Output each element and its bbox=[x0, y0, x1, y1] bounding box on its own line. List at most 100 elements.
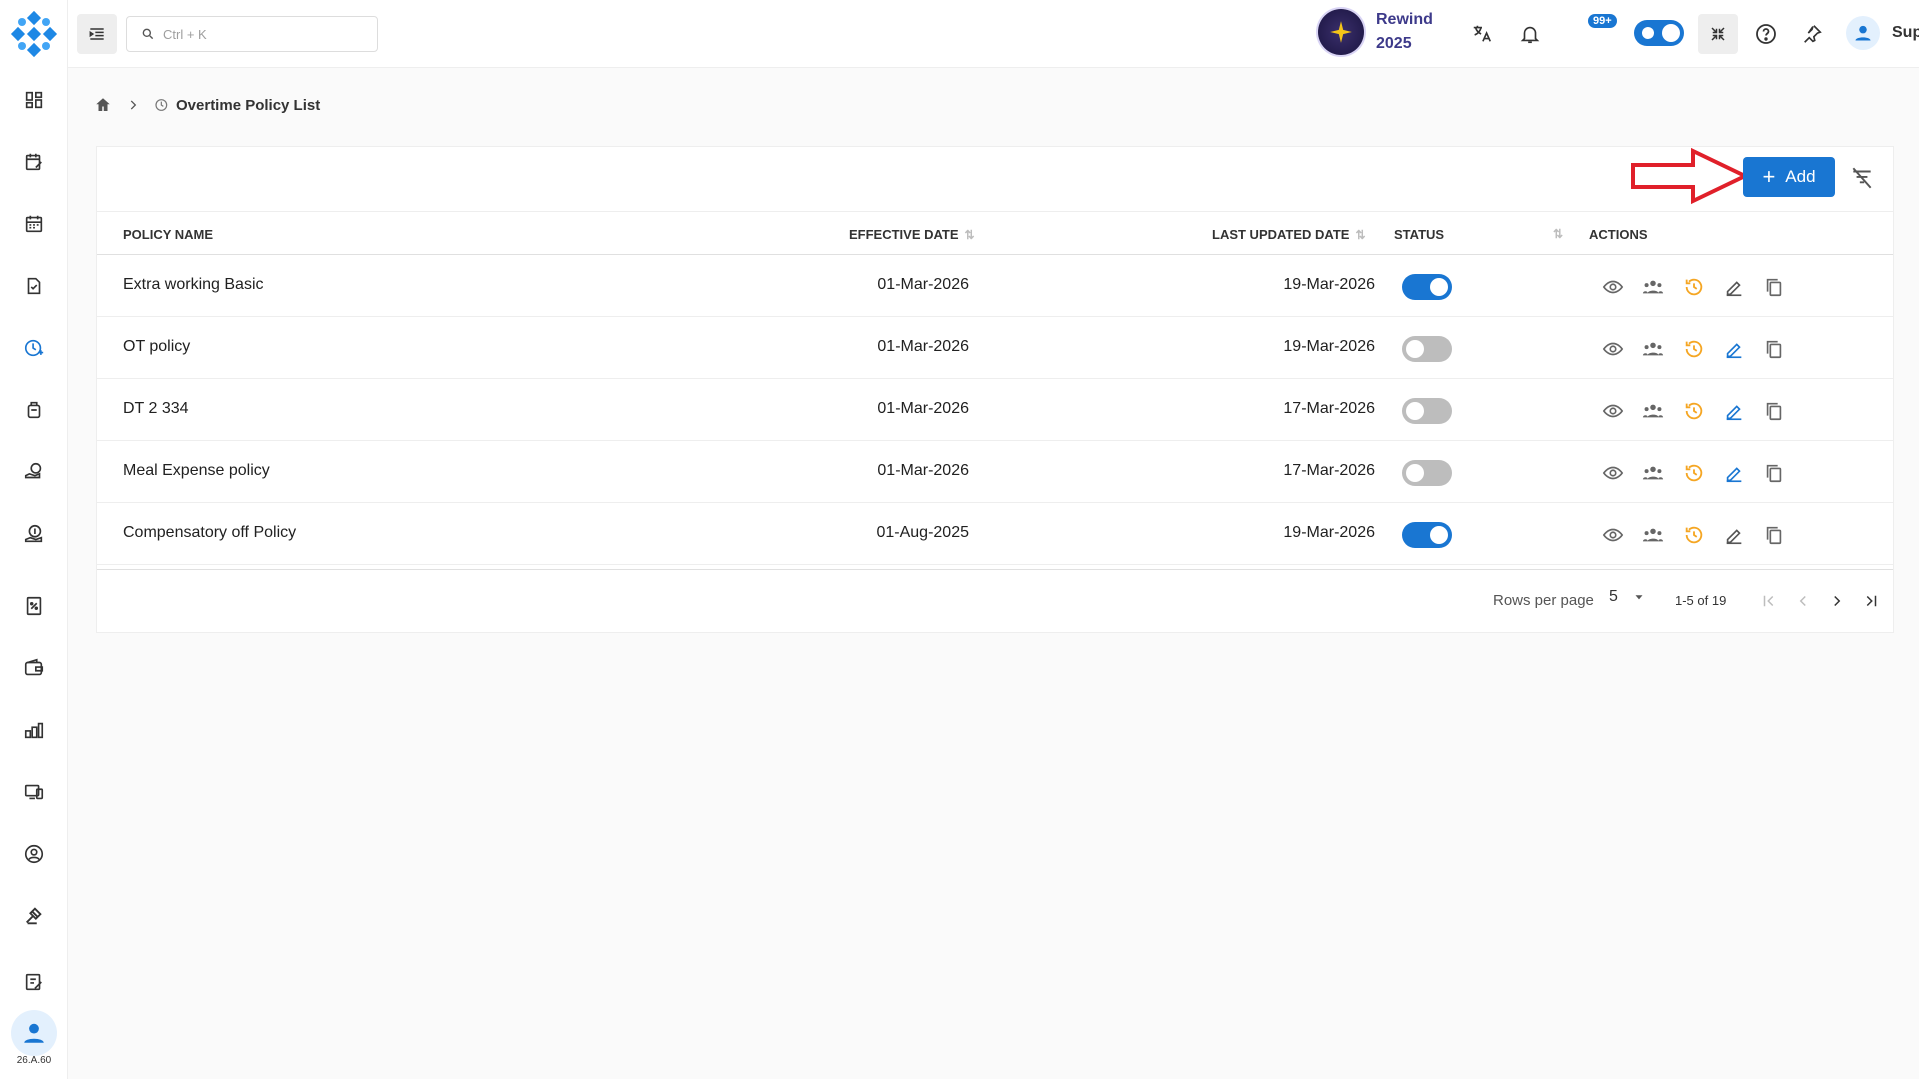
prev-page-button[interactable] bbox=[1789, 587, 1817, 615]
menu-toggle-button[interactable] bbox=[77, 14, 117, 54]
help-icon[interactable] bbox=[1752, 20, 1780, 48]
assign-employees-icon[interactable] bbox=[1640, 460, 1666, 486]
rewind-label: Rewind 2025 bbox=[1376, 8, 1433, 56]
fullscreen-exit-button[interactable] bbox=[1698, 14, 1738, 54]
assign-employees-icon[interactable] bbox=[1640, 398, 1666, 424]
view-eye-icon[interactable] bbox=[1600, 274, 1626, 300]
user-avatar-icon bbox=[1846, 16, 1880, 50]
status-toggle[interactable] bbox=[1402, 336, 1452, 362]
col-last-updated-date[interactable]: LAST UPDATED DATE ⇅ bbox=[1212, 227, 1366, 242]
col-status[interactable]: STATUS bbox=[1394, 227, 1444, 242]
view-eye-icon[interactable] bbox=[1600, 522, 1626, 548]
notification-bell-icon[interactable] bbox=[1516, 20, 1544, 48]
devices-icon[interactable] bbox=[20, 778, 48, 806]
wallet-icon[interactable] bbox=[20, 654, 48, 682]
rewind-banner[interactable]: Rewind 2025 bbox=[1318, 8, 1433, 56]
view-eye-icon[interactable] bbox=[1600, 398, 1626, 424]
pin-icon[interactable] bbox=[1798, 20, 1826, 48]
history-icon[interactable] bbox=[1681, 522, 1707, 548]
table-row[interactable]: Meal Expense policy 01-Mar-2026 17-Mar-202… bbox=[97, 441, 1893, 503]
filter-off-icon[interactable] bbox=[1849, 165, 1875, 191]
page-range: 1-5 of 19 bbox=[1675, 593, 1727, 608]
hand-money-icon[interactable] bbox=[20, 458, 48, 486]
copy-icon[interactable] bbox=[1761, 336, 1787, 362]
profile-circle-icon[interactable] bbox=[20, 840, 48, 868]
copy-icon[interactable] bbox=[1761, 522, 1787, 548]
policy-name[interactable]: Compensatory off Policy bbox=[123, 524, 296, 542]
notes-edit-icon[interactable] bbox=[20, 968, 48, 996]
history-icon[interactable] bbox=[1681, 336, 1707, 362]
table-row[interactable]: Compensatory off Policy 01-Aug-2025 19-Mar… bbox=[97, 503, 1893, 565]
edit-pencil-icon[interactable] bbox=[1721, 398, 1747, 424]
first-page-button[interactable] bbox=[1755, 587, 1783, 615]
status-toggle[interactable] bbox=[1402, 398, 1452, 424]
copy-icon[interactable] bbox=[1761, 398, 1787, 424]
assign-employees-icon[interactable] bbox=[1640, 336, 1666, 362]
col-effective-date[interactable]: EFFECTIVE DATE ⇅ bbox=[849, 227, 975, 242]
policy-name[interactable]: OT policy bbox=[123, 338, 190, 356]
organization-chart-icon[interactable] bbox=[20, 716, 48, 744]
status-toggle[interactable] bbox=[1402, 460, 1452, 486]
dashboard-icon[interactable] bbox=[20, 86, 48, 114]
copy-icon[interactable] bbox=[1761, 274, 1787, 300]
moon-icon bbox=[1642, 27, 1654, 39]
search-icon bbox=[142, 28, 154, 40]
assign-employees-icon[interactable] bbox=[1640, 274, 1666, 300]
table-toolbar: + Add bbox=[97, 147, 1893, 211]
edit-pencil-icon[interactable] bbox=[1721, 274, 1747, 300]
app-version: 26.A.60 bbox=[16, 1055, 52, 1066]
effective-date: 01-Mar-2026 bbox=[877, 338, 969, 355]
table-row[interactable]: DT 2 334 01-Mar-2026 17-Mar-2026 bbox=[97, 379, 1893, 441]
table-row[interactable]: Extra working Basic 01-Mar-2026 19-Mar-202… bbox=[97, 255, 1893, 317]
add-button[interactable]: + Add bbox=[1743, 157, 1835, 197]
notification-badge: 99+ bbox=[1588, 14, 1617, 28]
red-arrow-annotation bbox=[1631, 147, 1750, 205]
view-eye-icon[interactable] bbox=[1600, 460, 1626, 486]
overtime-clock-icon bbox=[155, 99, 168, 111]
rows-per-page-value: 5 bbox=[1609, 588, 1618, 605]
history-icon[interactable] bbox=[1681, 460, 1707, 486]
col-policy-name[interactable]: POLICY NAME bbox=[123, 227, 213, 242]
last-page-button[interactable] bbox=[1857, 587, 1885, 615]
policy-name[interactable]: DT 2 334 bbox=[123, 400, 189, 418]
status-toggle[interactable] bbox=[1402, 274, 1452, 300]
history-icon[interactable] bbox=[1681, 274, 1707, 300]
theme-toggle[interactable] bbox=[1634, 20, 1684, 46]
edit-pencil-icon[interactable] bbox=[1721, 460, 1747, 486]
rows-per-page-select[interactable]: 5 bbox=[1609, 588, 1646, 606]
calendar-icon[interactable] bbox=[20, 210, 48, 238]
search-input[interactable] bbox=[163, 26, 363, 42]
next-page-button[interactable] bbox=[1823, 587, 1851, 615]
status-toggle[interactable] bbox=[1402, 522, 1452, 548]
attendance-icon[interactable] bbox=[20, 272, 48, 300]
caret-down-icon bbox=[1635, 595, 1643, 600]
translate-icon[interactable] bbox=[1468, 20, 1496, 48]
overtime-clock-icon[interactable] bbox=[20, 334, 48, 362]
copy-icon[interactable] bbox=[1761, 460, 1787, 486]
add-button-label: Add bbox=[1785, 167, 1816, 186]
gavel-icon[interactable] bbox=[20, 902, 48, 930]
status-sort-icon[interactable]: ⇅ bbox=[1553, 227, 1563, 241]
chevron-right-icon bbox=[130, 100, 137, 110]
edit-pencil-icon[interactable] bbox=[1721, 522, 1747, 548]
view-eye-icon[interactable] bbox=[1600, 336, 1626, 362]
company-logo[interactable] bbox=[10, 10, 58, 58]
tax-document-icon[interactable] bbox=[20, 592, 48, 620]
home-icon[interactable] bbox=[94, 96, 112, 114]
last-page-icon bbox=[1866, 595, 1877, 607]
search-box[interactable] bbox=[126, 16, 378, 52]
calendar-edit-icon[interactable] bbox=[20, 148, 48, 176]
policy-name[interactable]: Extra working Basic bbox=[123, 276, 264, 294]
assign-employees-icon[interactable] bbox=[1640, 522, 1666, 548]
menu-collapse-icon bbox=[89, 28, 104, 40]
table-row[interactable]: OT policy 01-Mar-2026 19-Mar-2026 bbox=[97, 317, 1893, 379]
history-icon[interactable] bbox=[1681, 398, 1707, 424]
briefcase-icon[interactable] bbox=[20, 396, 48, 424]
policy-name[interactable]: Meal Expense policy bbox=[123, 462, 270, 480]
user-menu[interactable]: Support bbox=[1846, 16, 1919, 50]
payroll-coin-icon[interactable] bbox=[20, 520, 48, 548]
sidebar: 26.A.60 bbox=[0, 0, 68, 1079]
edit-pencil-icon[interactable] bbox=[1721, 336, 1747, 362]
page-title: Overtime Policy List bbox=[176, 96, 321, 114]
user-avatar[interactable] bbox=[11, 1010, 57, 1056]
